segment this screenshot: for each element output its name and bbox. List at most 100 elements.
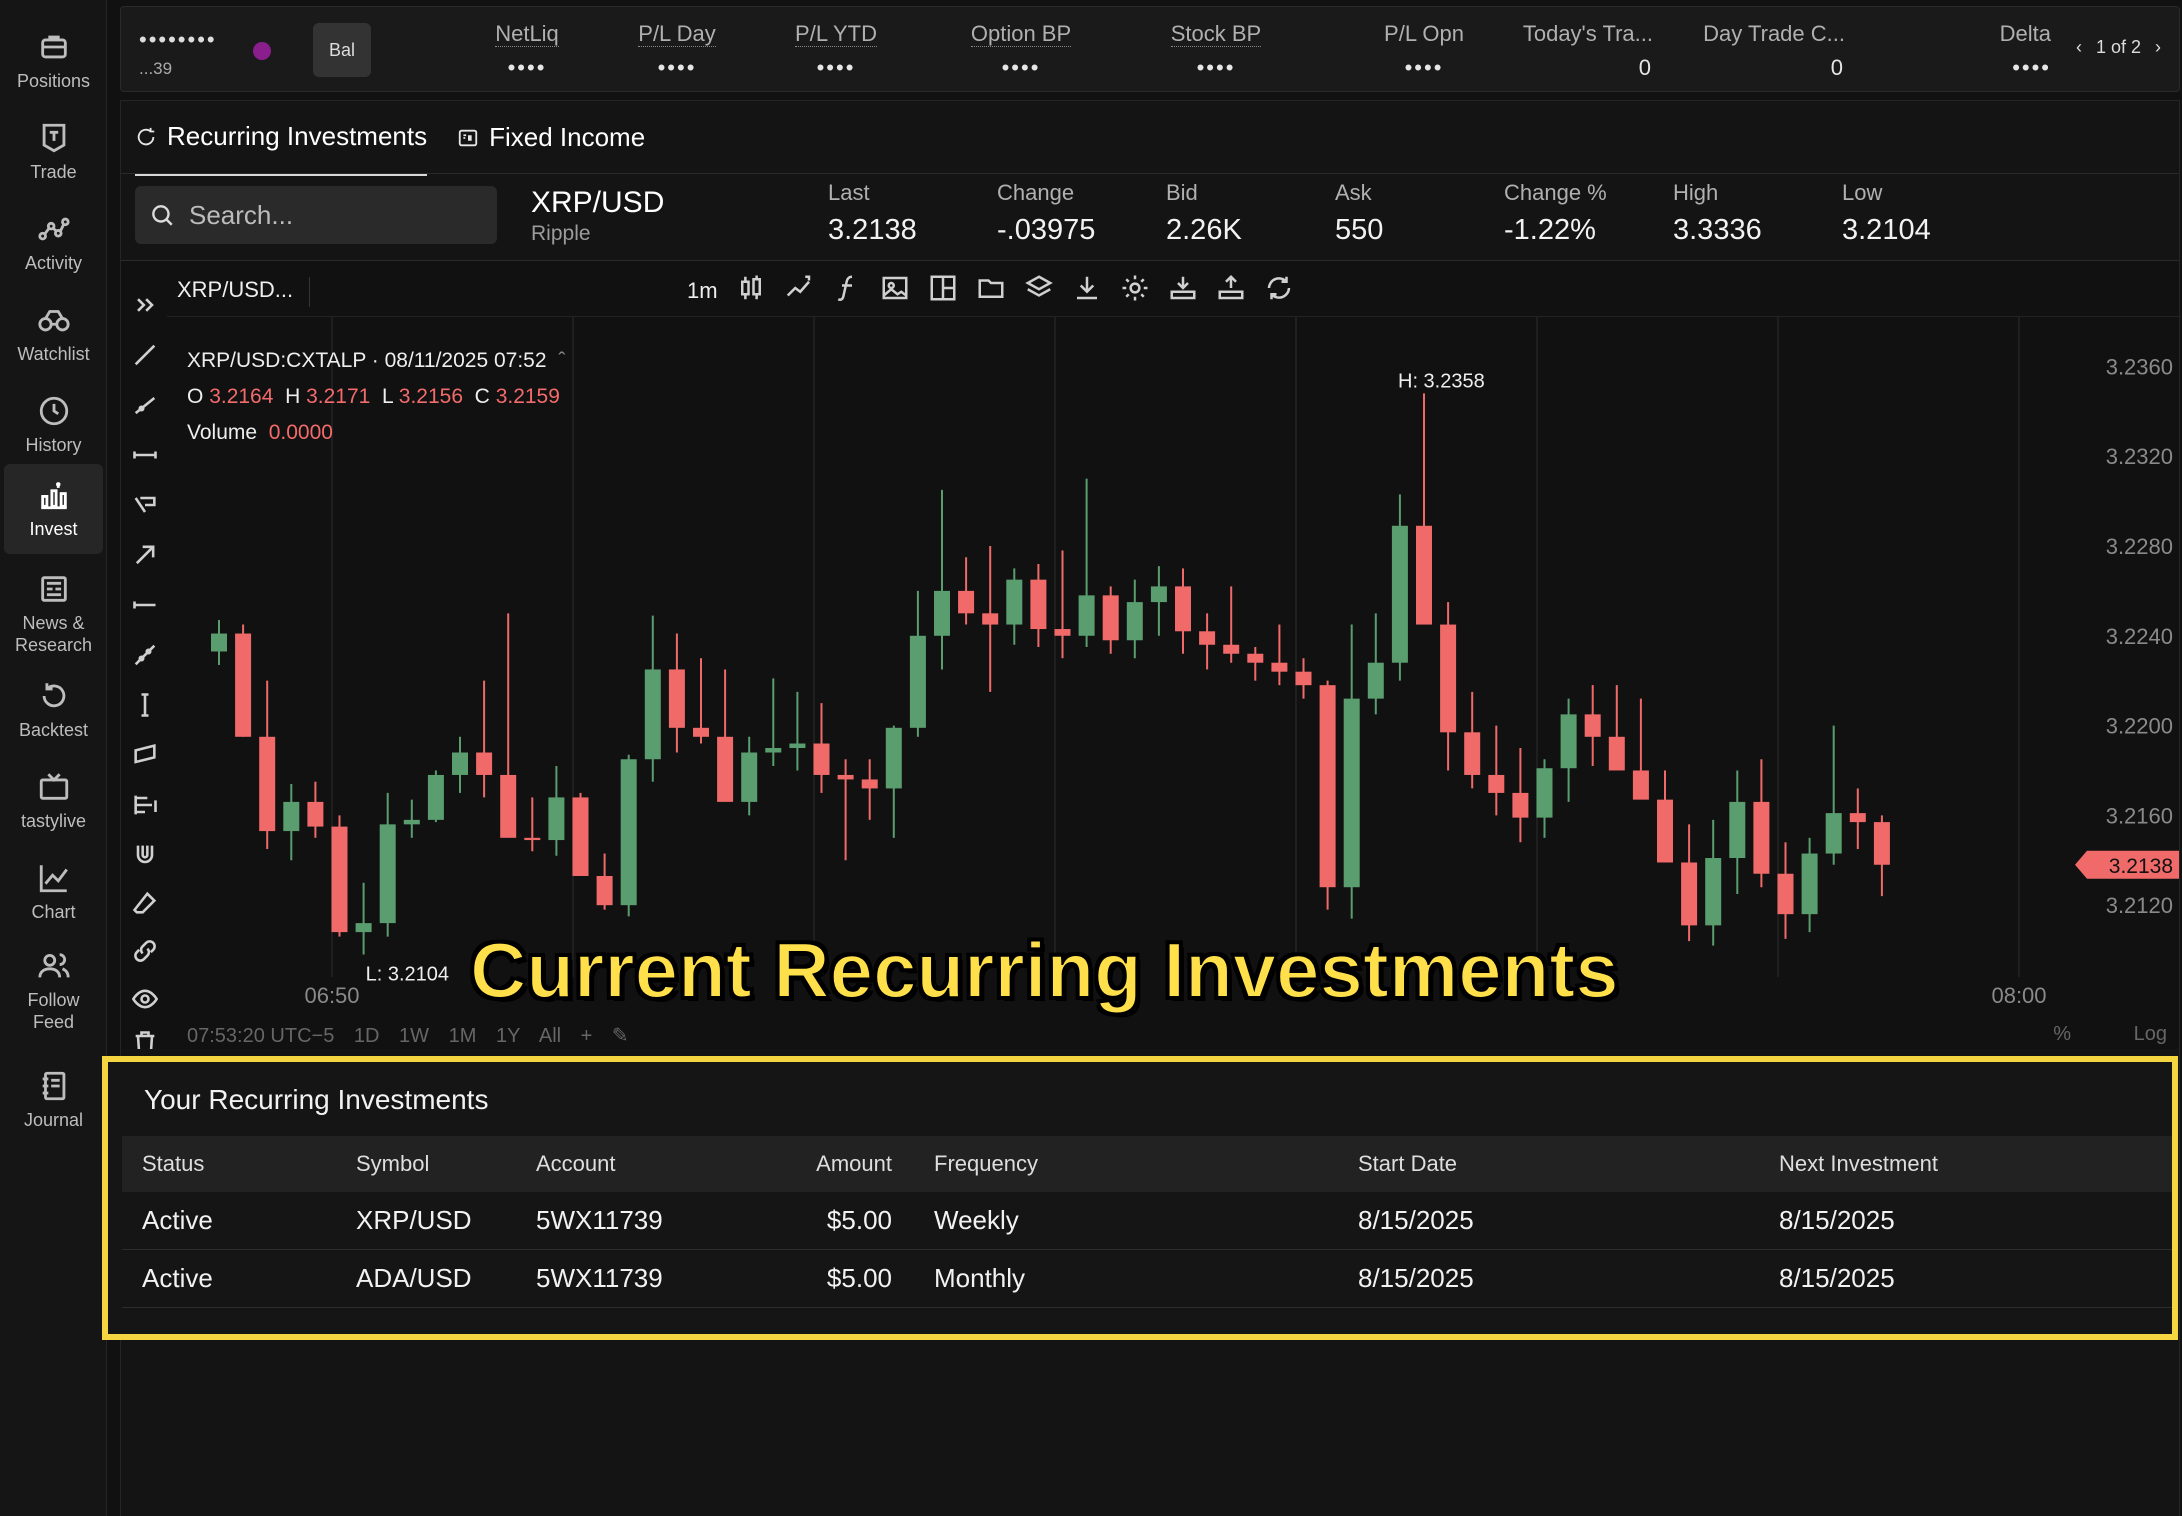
candle-body (1632, 770, 1649, 800)
candle-body (1102, 595, 1119, 641)
candle-body (1054, 629, 1071, 636)
expand-tools-icon[interactable] (131, 291, 159, 319)
gear-icon[interactable] (1120, 273, 1150, 308)
metric-pl-open[interactable]: P/L Opn •••• (1359, 21, 1489, 81)
metric-option-bp[interactable]: Option BP •••• (951, 21, 1091, 81)
chart-symbol[interactable]: XRP/USD... (177, 277, 311, 307)
layout-icon[interactable] (928, 273, 958, 308)
metric-pl-ytd[interactable]: P/L YTD •••• (773, 21, 899, 81)
bal-button[interactable]: Bal (313, 23, 371, 77)
chevron-left-icon[interactable]: ‹ (2076, 37, 2082, 58)
metric-pl-day[interactable]: P/L Day •••• (617, 21, 737, 81)
search-input[interactable] (189, 199, 489, 231)
candle-body (1729, 801, 1746, 859)
chart-icon (39, 865, 68, 893)
range-1w[interactable]: 1W (399, 1025, 429, 1047)
table-row[interactable]: Active XRP/USD 5WX11739 $5.00 Weekly 8/1… (122, 1192, 2172, 1250)
quote-value: -1.22% (1504, 214, 1596, 246)
vertical-line-icon[interactable] (131, 691, 159, 719)
extended-line-icon[interactable] (131, 591, 159, 619)
metric-netliq[interactable]: NetLiq •••• (467, 21, 587, 81)
header-symbol[interactable]: Symbol (356, 1136, 429, 1192)
candle-body (1801, 853, 1818, 915)
account-masked[interactable]: •••••••• (139, 27, 217, 53)
tab-recurring-investments[interactable]: Recurring Investments (135, 121, 428, 176)
header-start-date[interactable]: Start Date (1358, 1136, 1457, 1192)
nav-positions[interactable]: Positions (4, 16, 103, 106)
y-tick-label: 3.2160 (2106, 803, 2173, 828)
legend-c-value: 3.2159 (495, 385, 560, 408)
interval-button[interactable]: 1m (687, 278, 718, 304)
candle-type-icon[interactable] (736, 273, 766, 308)
annotation-icon[interactable] (131, 491, 159, 519)
range-1m[interactable]: 1M (449, 1025, 477, 1047)
horizontal-line-icon[interactable] (131, 441, 159, 469)
nav-activity[interactable]: Activity (4, 198, 103, 288)
candle-body (355, 923, 372, 933)
candle-body (1175, 586, 1191, 632)
eraser-icon[interactable] (131, 889, 159, 917)
range-all[interactable]: All (539, 1025, 561, 1047)
nav-news-research[interactable]: News & Research (4, 564, 103, 664)
folder-icon[interactable] (976, 273, 1006, 308)
table-row[interactable]: Active ADA/USD 5WX11739 $5.00 Monthly 8/… (122, 1250, 2172, 1308)
parallelogram-icon[interactable] (131, 741, 159, 769)
chevron-up-icon[interactable]: ˆ (558, 349, 565, 372)
candlestick-chart[interactable]: 06:50 08:00 3.2360 3.2320 3.2280 3.2240 3.2200… (167, 317, 2181, 1023)
ray-icon[interactable] (131, 391, 159, 419)
metric-label: Delta (1999, 21, 2051, 46)
nav-backtest[interactable]: Backtest (4, 665, 103, 755)
nav-watchlist[interactable]: Watchlist (4, 289, 103, 379)
cell-account: 5WX11739 (536, 1263, 663, 1293)
nav-tastylive[interactable]: tastylive (4, 756, 103, 846)
candle-body (717, 736, 734, 802)
header-frequency[interactable]: Frequency (934, 1136, 1038, 1192)
metric-todays-trades[interactable]: Today's Tra... 0 (1493, 21, 1653, 81)
scale-log-button[interactable]: Log (2134, 1023, 2167, 1046)
header-status[interactable]: Status (142, 1136, 204, 1192)
segment-icon[interactable] (131, 641, 159, 669)
header-next-investment[interactable]: Next Investment (1779, 1136, 1938, 1192)
chevron-right-icon[interactable]: › (2155, 37, 2161, 58)
function-icon[interactable] (832, 273, 862, 308)
candle-body (982, 613, 999, 625)
metric-stock-bp[interactable]: Stock BP •••• (1151, 21, 1281, 81)
add-range-icon[interactable]: + (581, 1025, 593, 1047)
download-icon[interactable] (1072, 273, 1102, 308)
metric-label: P/L Opn (1384, 21, 1464, 46)
candle-body (1681, 862, 1698, 926)
scale-percent-button[interactable]: % (2053, 1023, 2071, 1046)
tab-fixed-income[interactable]: Fixed Income (457, 121, 645, 176)
trend-line-icon[interactable] (131, 341, 159, 369)
quote-value: 3.2138 (828, 214, 917, 246)
refresh-icon[interactable] (1264, 273, 1294, 308)
nav-follow-feed[interactable]: Follow Feed (4, 936, 103, 1046)
search-box[interactable] (135, 186, 497, 244)
link-icon[interactable] (131, 937, 159, 965)
chart-legend-ohlc: O 3.2164 H 3.2171 L 3.2156 C 3.2159 (187, 385, 560, 409)
nav-chart[interactable]: Chart (4, 847, 103, 937)
trash-icon[interactable] (131, 1029, 159, 1049)
fib-icon[interactable] (131, 791, 159, 819)
quote-label: Last (828, 180, 870, 205)
metric-day-trade-count[interactable]: Day Trade C... 0 (1681, 21, 1845, 81)
pencil-icon[interactable]: ✎ (612, 1025, 629, 1047)
layers-icon[interactable] (1024, 273, 1054, 308)
cell-account: 5WX11739 (536, 1205, 663, 1235)
metric-delta[interactable]: Delta •••• (1961, 21, 2051, 81)
arrow-icon[interactable] (131, 541, 159, 569)
header-account[interactable]: Account (536, 1136, 616, 1192)
sell-tray-icon[interactable] (1216, 273, 1246, 308)
nav-invest[interactable]: Invest (4, 464, 103, 554)
buy-tray-icon[interactable] (1168, 273, 1198, 308)
range-1d[interactable]: 1D (354, 1025, 380, 1047)
nav-history[interactable]: History (4, 380, 103, 470)
nav-journal[interactable]: Journal (4, 1055, 103, 1145)
magnet-icon[interactable] (131, 841, 159, 869)
eye-icon[interactable] (131, 985, 159, 1013)
image-icon[interactable] (880, 273, 910, 308)
range-1y[interactable]: 1Y (496, 1025, 520, 1047)
header-amount[interactable]: Amount (762, 1136, 892, 1192)
nav-trade[interactable]: Trade (4, 107, 103, 197)
indicators-icon[interactable] (784, 273, 814, 308)
